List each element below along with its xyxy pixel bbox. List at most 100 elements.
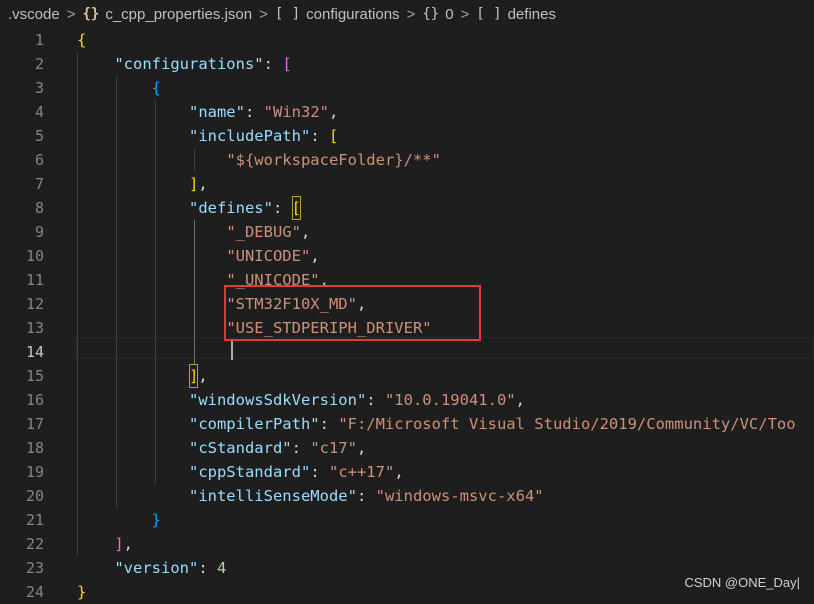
code-line[interactable]: 20 "intelliSenseMode": "windows-msvc-x64… [0,484,814,508]
code-token: : [263,55,283,73]
line-number: 23 [25,559,44,577]
code-line[interactable]: 16 "windowsSdkVersion": "10.0.19041.0", [0,388,814,412]
code-line[interactable]: 18 "cStandard": "c17", [0,436,814,460]
object-symbol-icon: {} [422,6,440,22]
code-token: { [77,31,87,49]
code-line[interactable]: 17 "compilerPath": "F:/Microsoft Visual … [0,412,814,436]
code-text: "windowsSdkVersion": "10.0.19041.0", [77,388,525,412]
code-line[interactable]: 4 "name": "Win32", [0,100,814,124]
code-text: "configurations": [ [77,52,291,76]
breadcrumb-item[interactable]: [ ] defines [476,6,556,23]
line-number: 10 [25,247,44,265]
breadcrumb: .vscode > {} c_cpp_properties.json > [ ] confi… [0,0,814,28]
breadcrumb-separator-icon: > [259,5,268,23]
line-number: 12 [25,295,44,313]
line-number: 5 [34,127,44,145]
code-text: ], [77,364,208,388]
code-line[interactable]: 10 "UNICODE", [0,244,814,268]
code-line[interactable]: 6 "${workspaceFolder}/**" [0,148,814,172]
line-number: 7 [34,175,44,193]
code-token: "F:/Microsoft Visual Studio/2019/Communi… [338,415,796,433]
code-token: { [151,79,161,97]
line-number: 16 [25,391,44,409]
breadcrumb-label: .vscode [8,5,60,23]
code-line[interactable]: 5 "includePath": [ [0,124,814,148]
code-token: "version" [114,559,199,577]
line-number: 19 [25,463,44,481]
code-token: : [366,391,385,409]
array-symbol-icon: [ ] [274,6,301,22]
line-number: 8 [34,199,44,217]
line-number: 1 [34,31,44,49]
line-number: 20 [25,487,44,505]
code-token: : [319,415,339,433]
code-token: "cppStandard" [188,463,311,481]
code-token: , [328,103,339,121]
code-line[interactable]: 2 "configurations": [ [0,52,814,76]
code-line[interactable]: 7 ], [0,172,814,196]
code-token: ] [188,175,199,193]
code-token: "includePath" [188,127,311,145]
code-token: : [272,199,292,217]
code-text: { [77,76,161,100]
breadcrumb-item[interactable]: {} 0 [422,6,453,23]
code-line[interactable]: 1{ [0,28,814,52]
code-token: "c++17" [328,463,395,481]
breadcrumb-separator-icon: > [66,5,76,23]
code-text: "${workspaceFolder}/**" [77,148,441,172]
breadcrumb-item[interactable]: {} c_cpp_properties.json [82,6,252,23]
code-token: "windowsSdkVersion" [188,391,367,409]
code-token: , [123,535,134,553]
code-line[interactable]: 14 [0,340,814,364]
code-line[interactable]: 9 "_DEBUG", [0,220,814,244]
line-number: 15 [25,367,44,385]
code-line[interactable]: 22 ], [0,532,814,556]
code-text: "defines": [ [77,196,301,220]
code-token: } [77,583,87,601]
breadcrumb-item[interactable]: [ ] configurations [275,6,400,23]
breadcrumb-separator-icon: > [460,5,470,23]
code-token: "cStandard" [188,439,292,457]
breadcrumb-label: c_cpp_properties.json [105,5,253,23]
code-text: "name": "Win32", [77,100,338,124]
code-token: , [198,175,208,193]
code-token: : [291,439,311,457]
breadcrumb-label: defines [507,5,556,23]
code-text: { [77,28,86,52]
code-token: "UNICODE" [226,247,311,265]
annotation-highlight-box [224,285,481,341]
code-text: "version": 4 [77,556,226,580]
code-token: : [310,127,329,145]
line-number: 6 [34,151,44,169]
line-number: 24 [25,583,44,601]
code-text: } [77,580,86,604]
matched-bracket: ] [188,364,199,388]
code-token: "defines" [188,199,273,217]
code-token: "windows-msvc-x64" [375,487,544,505]
code-text: } [77,508,161,532]
code-line[interactable]: 15 ], [0,364,814,388]
breadcrumb-separator-icon: > [406,5,416,23]
code-token: : [310,463,329,481]
code-text: "compilerPath": "F:/Microsoft Visual Stu… [77,412,796,436]
code-line[interactable]: 8 "defines": [ [0,196,814,220]
line-number: 4 [34,103,44,121]
breadcrumb-item[interactable]: .vscode [8,6,60,23]
code-line[interactable]: 21 } [0,508,814,532]
code-line[interactable]: 19 "cppStandard": "c++17", [0,460,814,484]
code-line[interactable]: 3 { [0,76,814,100]
line-number: 17 [25,415,44,433]
